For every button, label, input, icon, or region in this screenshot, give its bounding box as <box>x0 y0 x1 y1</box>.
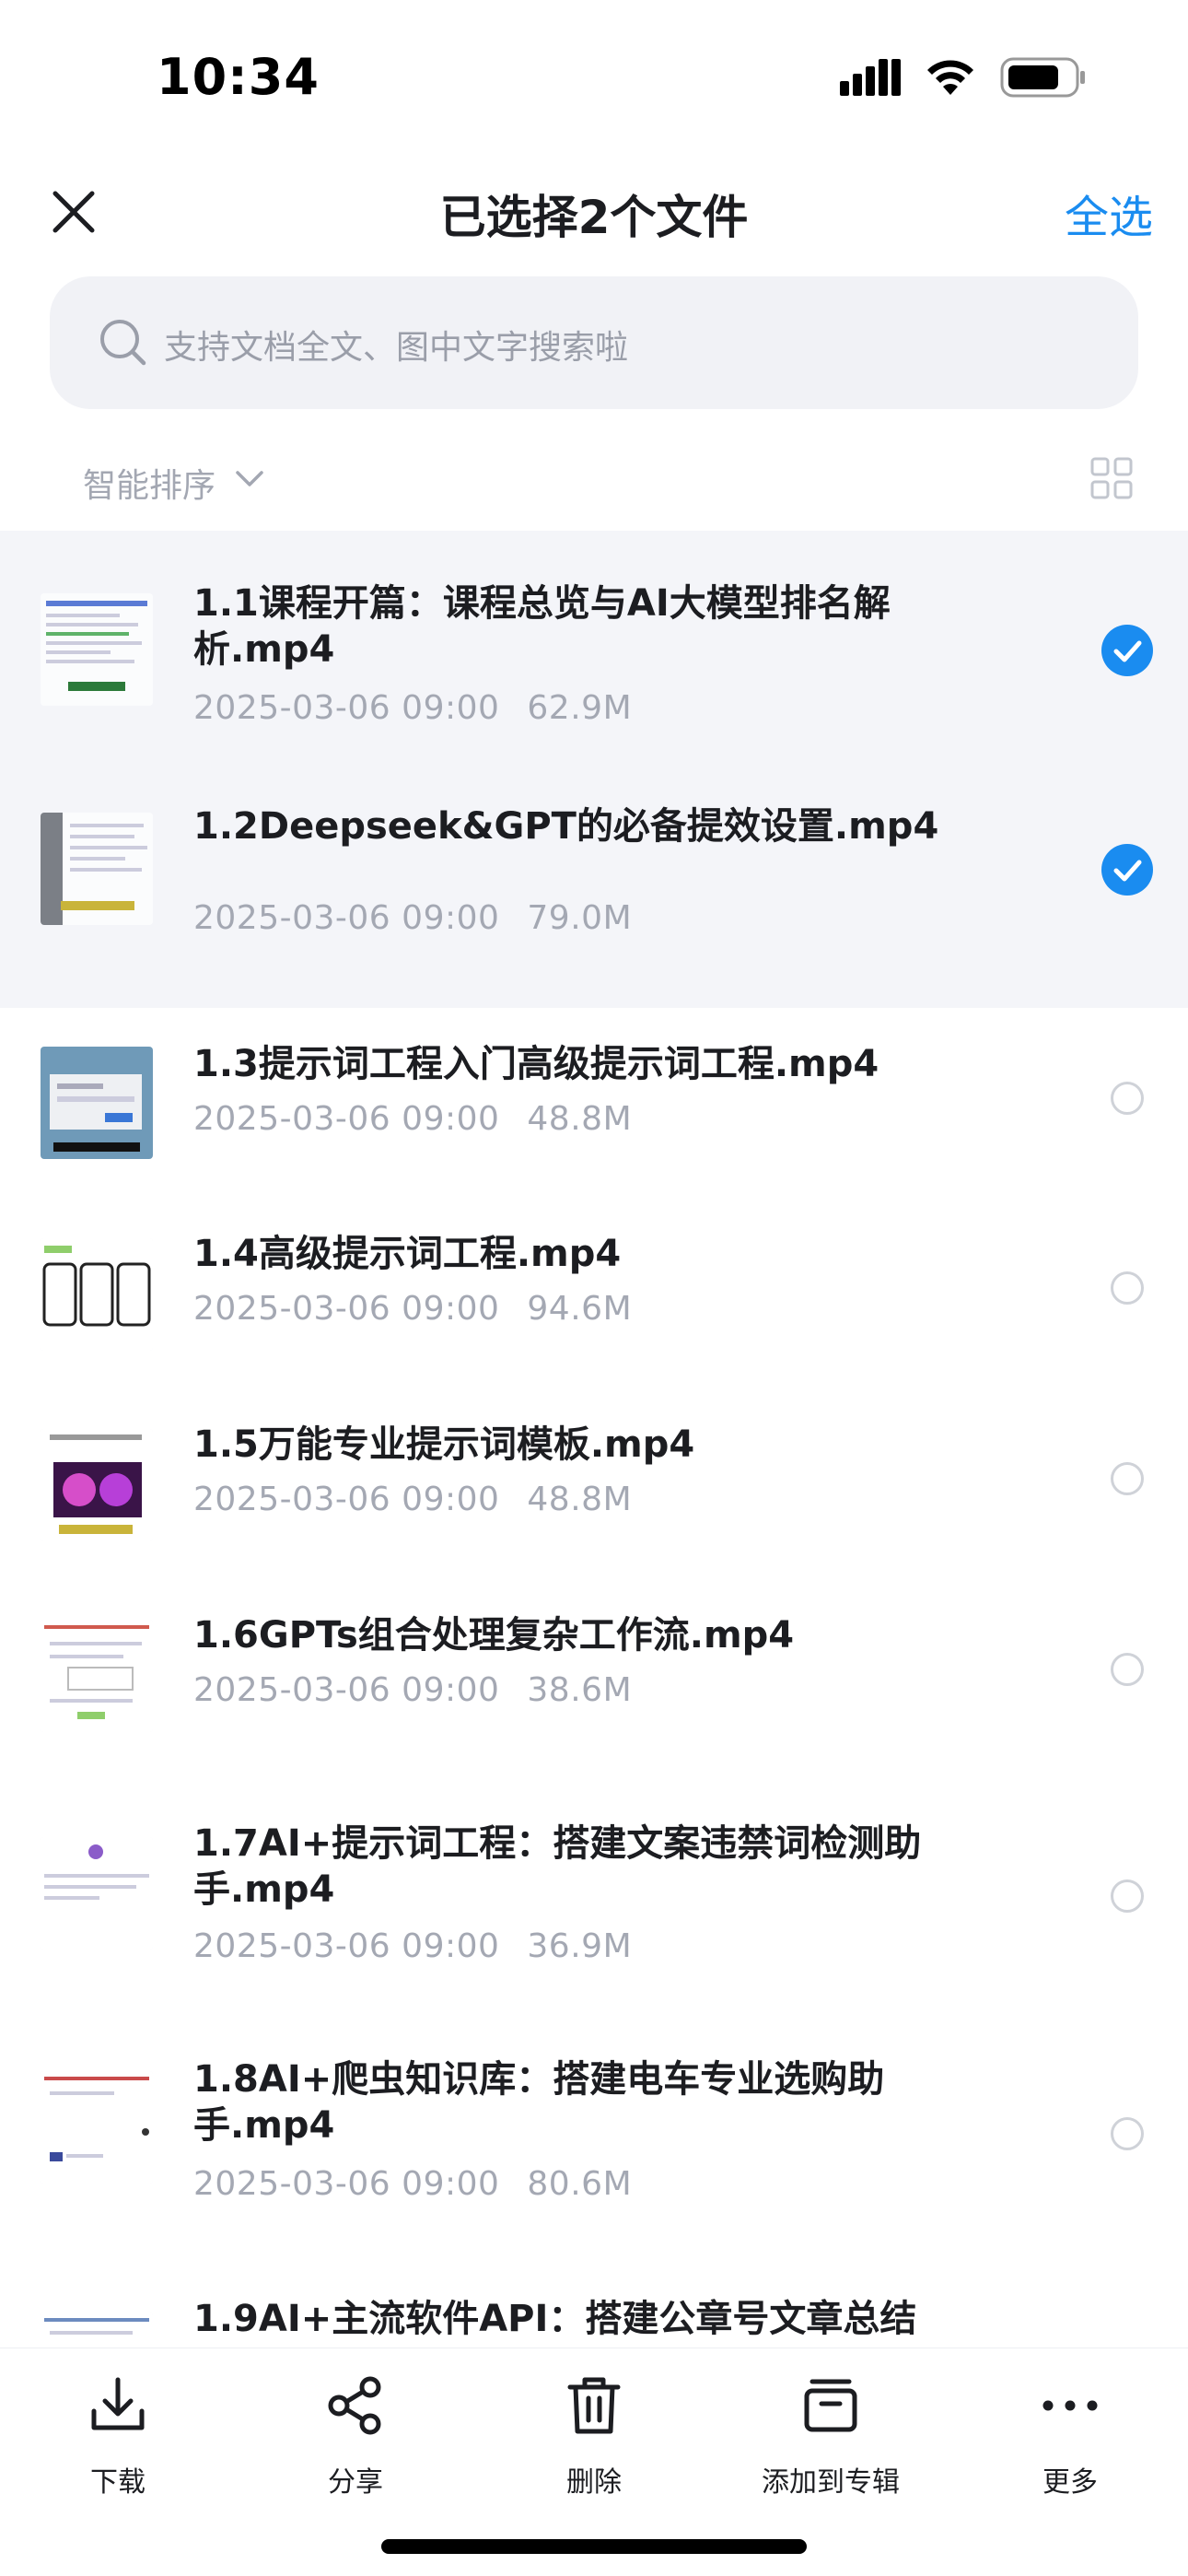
cellular-signal-icon <box>840 59 901 96</box>
download-icon <box>91 2377 145 2430</box>
file-size: 36.9M <box>527 1927 633 1965</box>
status-icons <box>840 57 1087 98</box>
video-thumbnail <box>41 1620 153 1732</box>
add-to-album-button[interactable]: 添加到专辑 <box>739 2369 923 2500</box>
file-date: 2025-03-06 09:00 <box>193 1481 500 1518</box>
file-name: 1.8AI+爬虫知识库：搭建电车专业选购助手.mp4 <box>193 2058 885 2147</box>
unselected-checkbox[interactable] <box>1111 1879 1144 1913</box>
file-meta: 2025-03-06 09:00 48.8M <box>193 1481 632 1518</box>
unselected-checkbox[interactable] <box>1111 1082 1144 1115</box>
file-size: 48.8M <box>527 1481 633 1518</box>
file-name: 1.7AI+提示词工程：搭建文案违禁词检测助手.mp4 <box>193 1822 922 1911</box>
file-meta: 2025-03-06 09:00 36.9M <box>193 1927 632 1965</box>
status-bar: 10:34 <box>0 0 1188 157</box>
video-thumbnail <box>41 1238 153 1351</box>
file-name: 1.3提示词工程入门高级提示词工程.mp4 <box>193 1043 879 1085</box>
delete-button[interactable]: 删除 <box>502 2369 686 2500</box>
search-icon <box>100 320 146 366</box>
list-item[interactable]: 1.3提示词工程入门高级提示词工程.mp4 2025-03-06 09:00 48… <box>0 1008 1188 1198</box>
file-name: 1.6GPTs组合处理复杂工作流.mp4 <box>193 1614 795 1657</box>
more-dots-icon <box>1042 2400 1098 2411</box>
share-icon <box>328 2376 381 2435</box>
video-thumbnail <box>41 813 153 925</box>
more-button[interactable]: 更多 <box>978 2369 1162 2500</box>
home-indicator <box>381 2539 807 2554</box>
sort-row: 智能排序 <box>0 439 1188 521</box>
search-placeholder: 支持文档全文、图中文字搜索啦 <box>164 329 629 367</box>
video-thumbnail <box>41 593 153 706</box>
video-thumbnail <box>41 2071 153 2184</box>
unselected-checkbox[interactable] <box>1111 1653 1144 1686</box>
select-all-button[interactable]: 全选 <box>1065 181 1153 245</box>
wifi-icon <box>927 60 973 95</box>
file-size: 79.0M <box>527 899 633 937</box>
file-size: 80.6M <box>527 2165 633 2203</box>
video-thumbnail <box>41 1047 153 1159</box>
file-name: 1.9AI+主流软件API：搭建公章号文章总结 <box>193 2298 917 2340</box>
file-name: 1.1课程开篇：课程总览与AI大模型排名解析.mp4 <box>193 582 891 671</box>
search-input[interactable]: 支持文档全文、图中文字搜索啦 <box>50 276 1138 409</box>
selected-checkbox[interactable] <box>1101 844 1153 896</box>
video-thumbnail <box>41 2313 153 2348</box>
file-meta: 2025-03-06 09:00 79.0M <box>193 899 632 937</box>
more-label: 更多 <box>1042 2466 1098 2499</box>
trash-icon <box>567 2377 621 2434</box>
share-label: 分享 <box>328 2466 383 2499</box>
file-date: 2025-03-06 09:00 <box>193 1927 500 1965</box>
file-date: 2025-03-06 09:00 <box>193 2165 500 2203</box>
grid-view-icon[interactable] <box>1090 457 1133 499</box>
file-name: 1.4高级提示词工程.mp4 <box>193 1233 622 1275</box>
file-meta: 2025-03-06 09:00 48.8M <box>193 1100 632 1138</box>
battery-icon <box>1000 57 1085 98</box>
file-size: 48.8M <box>527 1100 633 1138</box>
video-thumbnail <box>41 1429 153 1541</box>
unselected-checkbox[interactable] <box>1111 2117 1144 2150</box>
file-date: 2025-03-06 09:00 <box>193 1290 500 1328</box>
page-title: 已选择2个文件 <box>439 191 749 244</box>
list-item[interactable]: 1.1课程开篇：课程总览与AI大模型排名解析.mp4 2025-03-06 09… <box>0 531 1188 770</box>
checkmark-icon <box>1113 640 1142 662</box>
file-date: 2025-03-06 09:00 <box>193 899 500 937</box>
delete-label: 删除 <box>566 2466 622 2499</box>
file-selection-screen: 10:34 已选择2个文件 全选 支持文档全文、图中文字搜索啦 智能排序 1.1… <box>0 0 1188 2576</box>
file-list: 1.1课程开篇：课程总览与AI大模型排名解析.mp4 2025-03-06 09… <box>0 531 1188 2348</box>
file-size: 38.6M <box>527 1671 633 1709</box>
chevron-down-icon[interactable] <box>235 470 264 488</box>
file-date: 2025-03-06 09:00 <box>193 1100 500 1138</box>
album-box-icon <box>804 2379 857 2432</box>
file-meta: 2025-03-06 09:00 80.6M <box>193 2165 632 2203</box>
file-size: 94.6M <box>527 1290 633 1328</box>
download-label: 下载 <box>90 2466 146 2499</box>
file-date: 2025-03-06 09:00 <box>193 689 500 727</box>
list-item[interactable]: 1.2Deepseek&GPT的必备提效设置.mp4 2025-03-06 09… <box>0 770 1188 1008</box>
checkmark-icon <box>1113 860 1142 882</box>
sort-dropdown[interactable]: 智能排序 <box>83 459 215 507</box>
list-item[interactable]: 1.6GPTs组合处理复杂工作流.mp4 2025-03-06 09:00 38.… <box>0 1579 1188 1793</box>
file-meta: 2025-03-06 09:00 62.9M <box>193 689 632 727</box>
file-size: 62.9M <box>527 689 633 727</box>
list-item[interactable]: 1.4高级提示词工程.mp4 2025-03-06 09:00 94.6M <box>0 1198 1188 1388</box>
unselected-checkbox[interactable] <box>1111 1462 1144 1495</box>
nav-bar: 已选择2个文件 全选 <box>0 157 1188 267</box>
add-to-album-label: 添加到专辑 <box>762 2466 900 2499</box>
file-name: 1.2Deepseek&GPT的必备提效设置.mp4 <box>193 805 939 848</box>
download-button[interactable]: 下载 <box>26 2369 210 2500</box>
file-name: 1.5万能专业提示词模板.mp4 <box>193 1423 695 1466</box>
status-time: 10:34 <box>157 48 320 106</box>
list-item[interactable]: 1.8AI+爬虫知识库：搭建电车专业选购助手.mp4 2025-03-06 09… <box>0 2032 1188 2272</box>
list-item[interactable]: 1.7AI+提示词工程：搭建文案违禁词检测助手.mp4 2025-03-06 0… <box>0 1793 1188 2032</box>
video-thumbnail <box>41 1837 153 1950</box>
selected-checkbox[interactable] <box>1101 625 1153 676</box>
list-item[interactable]: 1.5万能专业提示词模板.mp4 2025-03-06 09:00 48.8M <box>0 1388 1188 1579</box>
list-item[interactable]: 1.9AI+主流软件API：搭建公章号文章总结 <box>0 2272 1188 2348</box>
file-meta: 2025-03-06 09:00 38.6M <box>193 1671 632 1709</box>
share-button[interactable]: 分享 <box>263 2369 448 2500</box>
file-date: 2025-03-06 09:00 <box>193 1671 500 1709</box>
unselected-checkbox[interactable] <box>1111 1271 1144 1305</box>
file-meta: 2025-03-06 09:00 94.6M <box>193 1290 632 1328</box>
